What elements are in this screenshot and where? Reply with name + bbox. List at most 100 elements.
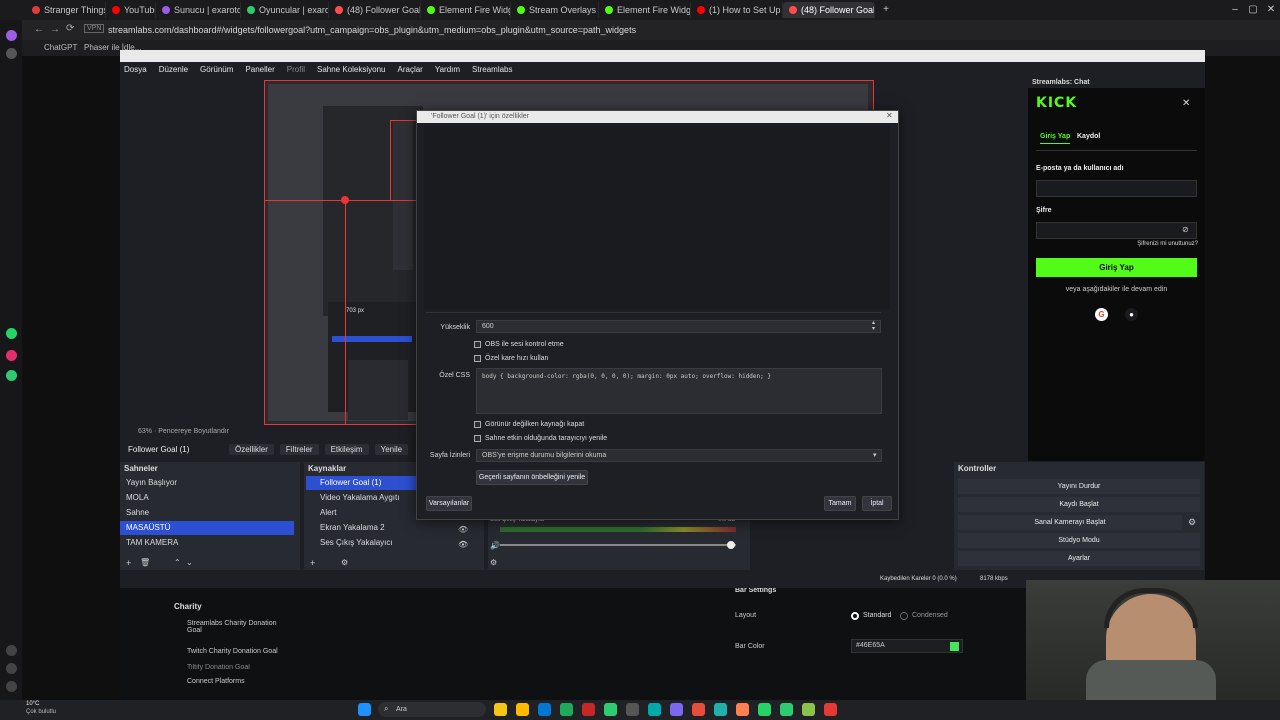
whatsapp-icon[interactable]	[6, 328, 17, 339]
visibility-eye-icon[interactable]: 👁	[458, 525, 468, 534]
filters-button[interactable]: Filtreler	[279, 444, 319, 455]
css-textarea[interactable]: body { background-color: rgba(0, 0, 0, 0…	[476, 368, 882, 414]
forgot-password-link[interactable]: Şifrenizi mi unuttunuz?	[1120, 241, 1198, 247]
settings-button[interactable]: Ayarlar	[958, 551, 1200, 566]
app-icon[interactable]	[714, 703, 727, 716]
browser-tab[interactable]: Sunucu | exaroton | Oyun	[156, 2, 241, 18]
source-settings-icon[interactable]: ⚙	[341, 558, 348, 567]
studio-mode-button[interactable]: Stüdyo Modu	[958, 533, 1200, 548]
section-charity[interactable]: Charity	[174, 602, 202, 611]
bar-color-input[interactable]: #46E65A	[851, 639, 963, 653]
menu-tools[interactable]: Araçlar	[398, 65, 423, 74]
mixer-settings-icon[interactable]: ⚙	[490, 558, 497, 567]
weather-desc[interactable]: Çok bulutlu	[26, 709, 56, 715]
browser-tab[interactable]: (48) Follower Goal / Strea	[783, 2, 875, 18]
volume-slider-handle[interactable]	[727, 541, 735, 549]
email-field[interactable]	[1036, 180, 1197, 197]
bookmark-item[interactable]: ChatGPT	[44, 43, 77, 52]
move-up-icon[interactable]: ⌃	[174, 558, 181, 567]
browser-tab[interactable]: (1) How to Set Up a Spin	[691, 2, 783, 18]
visibility-eye-icon[interactable]: 👁	[458, 540, 468, 549]
checkbox-box[interactable]	[474, 421, 481, 428]
maximize-icon[interactable]: ▢	[1248, 5, 1258, 15]
home-icon[interactable]	[6, 30, 17, 41]
vpn-badge[interactable]: VPN	[84, 24, 105, 33]
heart-icon[interactable]	[6, 645, 17, 656]
page-permissions-select[interactable]: OBS'ye erişme durumu bilgilerini okuma	[476, 449, 882, 462]
app-icon[interactable]	[670, 703, 683, 716]
tab-register[interactable]: Kaydol	[1077, 133, 1100, 140]
chat-close-icon[interactable]: ✕	[1182, 98, 1190, 109]
virtual-camera-settings-icon[interactable]: ⚙	[1188, 517, 1196, 528]
charity-link[interactable]: Streamlabs Charity Donation Goal	[187, 620, 287, 634]
file-explorer-icon[interactable]	[516, 703, 529, 716]
charity-link[interactable]: Tiltify Donation Goal	[187, 664, 250, 672]
interact-button[interactable]: Etkileşim	[324, 444, 369, 455]
taskbar-search[interactable]: Ara	[378, 702, 486, 717]
chrome-icon[interactable]	[560, 703, 573, 716]
menu-streamlabs[interactable]: Streamlabs	[472, 65, 512, 74]
history-icon[interactable]	[6, 663, 17, 674]
login-button[interactable]: Giriş Yap	[1036, 258, 1197, 277]
tab-login[interactable]: Giriş Yap	[1040, 133, 1071, 144]
settings-icon[interactable]	[6, 681, 17, 692]
checkbox-custom-framerate[interactable]: Özel kare hızı kullan	[474, 355, 548, 362]
obs-icon[interactable]	[582, 703, 595, 716]
checkbox-box[interactable]	[474, 435, 481, 442]
browser-tab[interactable]: YouTube	[106, 2, 156, 18]
weather-temp[interactable]: 10°C	[26, 701, 39, 707]
browser-tab[interactable]: Stream Overlays | Free &	[511, 2, 599, 18]
start-virtual-camera-button[interactable]: Sanal Kamerayı Başlat	[958, 515, 1182, 530]
menu-edit[interactable]: Düzenle	[159, 65, 188, 74]
spotify-icon[interactable]	[6, 370, 17, 381]
app-icon[interactable]	[824, 703, 837, 716]
app-icon[interactable]	[494, 703, 507, 716]
new-tab-icon[interactable]: +	[881, 5, 891, 15]
start-windows-icon[interactable]	[358, 703, 371, 716]
edge-icon[interactable]	[538, 703, 551, 716]
charity-link[interactable]: Twitch Charity Donation Goal	[187, 648, 278, 655]
checkbox-shutdown-hidden[interactable]: Görünür değilken kaynağı kapat	[474, 421, 584, 428]
browser-tab[interactable]: Stranger Things 5.Sezon	[26, 2, 106, 18]
browser-tab[interactable]: (48) Follower Goal / Strea	[329, 2, 421, 18]
add-source-icon[interactable]: +	[310, 558, 315, 568]
source-item-selected[interactable]: Follower Goal (1)	[306, 476, 416, 490]
refresh-cache-button[interactable]: Geçerli sayfanın önbelleğini yenile	[476, 470, 588, 485]
layout-condensed-radio[interactable]	[900, 612, 908, 620]
menu-view[interactable]: Görünüm	[200, 65, 233, 74]
transform-handle[interactable]	[341, 196, 349, 204]
add-scene-icon[interactable]: +	[126, 558, 131, 568]
checkbox-box[interactable]	[474, 341, 481, 348]
source-item[interactable]: Alert	[306, 506, 416, 520]
menu-docks[interactable]: Paneller	[245, 65, 274, 74]
bar-color-swatch[interactable]	[950, 642, 959, 651]
app-icon[interactable]	[604, 703, 617, 716]
app-icon[interactable]	[626, 703, 639, 716]
instagram-icon[interactable]	[6, 350, 17, 361]
scene-item[interactable]: Yayın Başlıyor	[120, 476, 294, 490]
source-item[interactable]: Video Yakalama Aygıtı	[306, 491, 416, 505]
menu-help[interactable]: Yardım	[435, 65, 460, 74]
browser-tab[interactable]: Oyuncular | exaroton | Oy	[241, 2, 329, 18]
apple-icon[interactable]: ●	[1125, 308, 1138, 321]
scene-item[interactable]: MOLA	[120, 491, 294, 505]
reload-icon[interactable]: ⟳	[66, 23, 74, 34]
browser-tab[interactable]: Element Fire Widgets Stre	[421, 2, 511, 18]
source-item[interactable]: Ses Çıkış Yakalayıcı	[306, 536, 416, 550]
speaker-icon[interactable]: 🔊	[490, 541, 500, 550]
spotify-icon[interactable]	[780, 703, 793, 716]
checkbox-audio-control[interactable]: OBS ile sesi kontrol etme	[474, 341, 564, 348]
height-input[interactable]: 600	[476, 320, 881, 333]
start-recording-button[interactable]: Kaydı Başlat	[958, 497, 1200, 512]
height-spinner-icon[interactable]: ▴ ▾	[872, 320, 875, 332]
checkbox-box[interactable]	[474, 355, 481, 362]
move-down-icon[interactable]: ⌄	[186, 558, 193, 567]
star-icon[interactable]	[6, 48, 17, 59]
defaults-button[interactable]: Varsayılanlar	[426, 496, 472, 511]
back-icon[interactable]: ←	[34, 24, 44, 35]
volume-slider[interactable]	[500, 544, 736, 546]
close-icon[interactable]: ✕	[1266, 5, 1276, 15]
layout-standard-radio[interactable]	[851, 612, 859, 620]
ok-button[interactable]: Tamam	[824, 496, 856, 511]
refresh-button[interactable]: Yenile	[374, 444, 409, 455]
